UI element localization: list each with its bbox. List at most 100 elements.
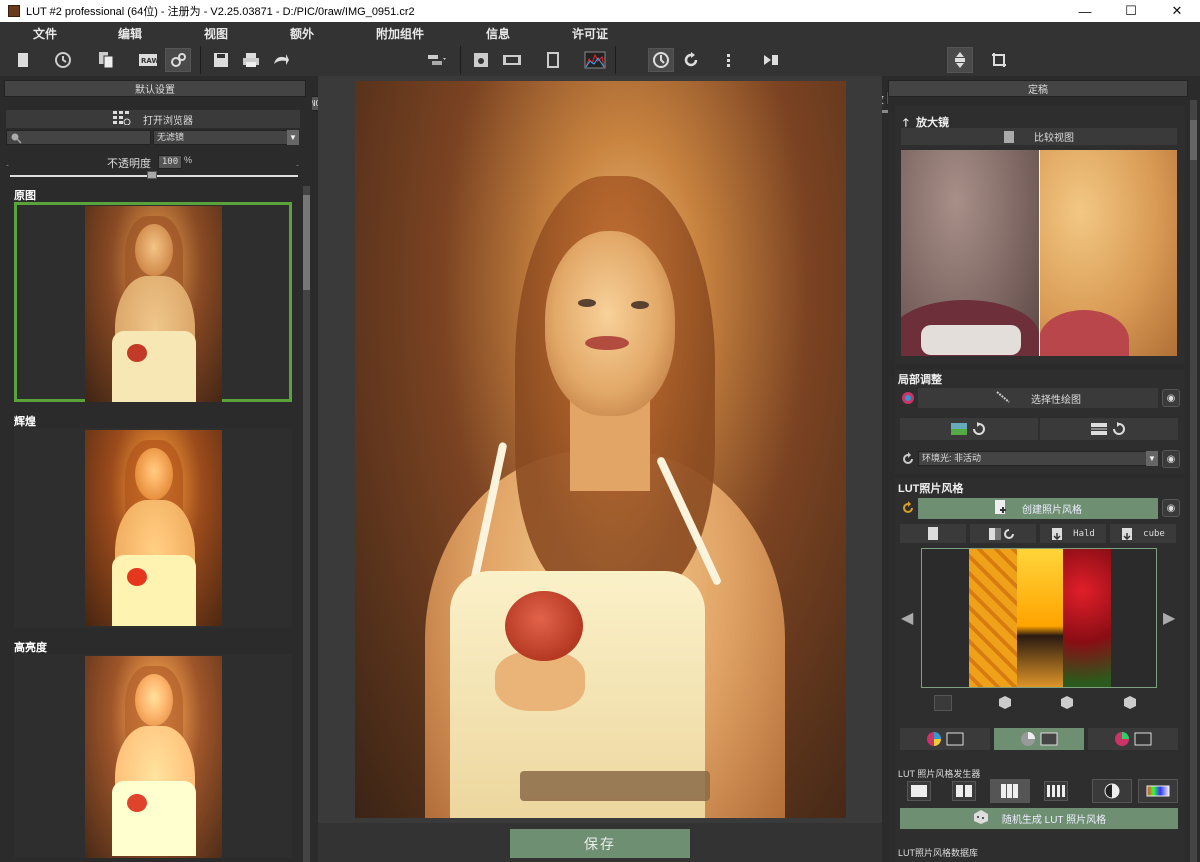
opacity-input[interactable]: 100	[158, 155, 182, 169]
right-scrollbar-thumb[interactable]	[1190, 120, 1197, 160]
cube-icon[interactable]	[1060, 695, 1078, 711]
selective-paint-button[interactable]: 选择性绘图	[918, 388, 1158, 408]
cube-icon[interactable]	[1123, 695, 1141, 711]
before-after-icon[interactable]	[758, 48, 784, 72]
history-icon[interactable]	[50, 48, 76, 72]
color-wheel-screen-button-2[interactable]	[1088, 728, 1178, 750]
preset-thumbnail-high-brightness[interactable]	[14, 654, 292, 858]
menu-edit[interactable]: 编辑	[118, 25, 142, 42]
redo-icon[interactable]	[678, 48, 704, 72]
open-browser-button[interactable]: 打开浏览器	[6, 110, 300, 128]
arrow-right-icon[interactable]: ▶	[1163, 608, 1177, 627]
eye-icon[interactable]: ◉	[1162, 450, 1180, 468]
selective-paint-label: 选择性绘图	[1031, 394, 1081, 406]
finalize-header[interactable]: 定稿	[888, 80, 1188, 97]
compare-divider[interactable]	[1039, 150, 1040, 356]
preset-thumbnail-brilliant[interactable]	[14, 428, 292, 628]
clock-compare-icon[interactable]	[648, 48, 674, 72]
preset-scrollbar-thumb[interactable]	[303, 195, 310, 290]
settings-gears-icon[interactable]	[165, 48, 191, 72]
refresh-icon[interactable]	[900, 451, 916, 467]
gradient-landscape-button[interactable]	[900, 418, 1038, 440]
lut-style-title: LUT照片风格	[898, 483, 964, 495]
chevron-down-icon[interactable]: ▼	[287, 130, 299, 145]
random-generate-label: 随机生成 LUT 照片风格	[1001, 815, 1107, 826]
crop-rotate-icon[interactable]	[986, 48, 1012, 72]
copy-document-icon[interactable]	[93, 48, 119, 72]
open-browser-label: 打开浏览器	[143, 115, 193, 127]
chevron-down-icon[interactable]: ▼	[1146, 451, 1158, 466]
random-generate-button[interactable]: 随机生成 LUT 照片风格	[900, 808, 1178, 829]
cube-export-button[interactable]: cube	[1110, 524, 1176, 543]
main-photo-preview[interactable]	[355, 81, 846, 818]
split-view-icon[interactable]	[718, 48, 744, 72]
blank-document-icon	[928, 527, 938, 540]
landscape-reset-icon	[951, 422, 985, 435]
color-wheel-screen-icon	[927, 732, 964, 746]
batch-save-icon[interactable]	[468, 48, 494, 72]
color-wheel-icon[interactable]	[900, 390, 916, 406]
create-style-label: 创建照片风格	[1022, 505, 1082, 516]
menu-addons[interactable]: 附加组件	[376, 25, 424, 42]
default-settings-header[interactable]: 默认设置	[4, 80, 306, 97]
contrast-split-icon[interactable]	[1092, 779, 1132, 803]
search-input[interactable]	[6, 130, 151, 145]
raw-icon[interactable]: RAW	[135, 48, 161, 72]
magnifier-preview[interactable]	[901, 150, 1177, 356]
lut-preview[interactable]	[921, 548, 1157, 688]
hald-export-button[interactable]: Hald	[1040, 524, 1106, 543]
color-wheel-screen-active-button[interactable]	[994, 728, 1084, 750]
new-style-button[interactable]	[900, 524, 966, 543]
save-button[interactable]: 保存	[510, 829, 690, 858]
create-style-button[interactable]: 创建照片风格	[918, 498, 1158, 519]
sync-icon[interactable]	[900, 500, 916, 516]
layout-quad-icon[interactable]	[1044, 781, 1068, 801]
hald-label: Hald	[1073, 528, 1095, 539]
menu-license[interactable]: 许可证	[572, 25, 608, 42]
histogram-icon[interactable]	[582, 48, 608, 72]
close-button[interactable]: ✕	[1154, 0, 1200, 22]
fit-window-icon[interactable]	[947, 47, 973, 73]
menu-view[interactable]: 视图	[204, 25, 228, 42]
adjust-sliders-icon[interactable]	[424, 48, 450, 72]
compare-view-button[interactable]: 比较视图	[901, 128, 1177, 145]
menu-info[interactable]: 信息	[486, 25, 510, 42]
ambient-light-select[interactable]: 环境光: 非活动	[918, 451, 1156, 466]
brush-icon	[995, 390, 1011, 407]
minimize-button[interactable]: —	[1062, 0, 1108, 22]
share-icon[interactable]	[268, 48, 294, 72]
right-scrollbar[interactable]	[1190, 100, 1197, 862]
layout-triple-icon[interactable]	[990, 779, 1030, 803]
cube-icon[interactable]	[934, 695, 952, 711]
gradient-reset-button[interactable]	[1040, 418, 1178, 440]
preset-title-high-brightness: 高亮度	[14, 642, 47, 654]
eye-icon[interactable]: ◉	[1162, 389, 1180, 407]
app-icon	[8, 5, 20, 17]
generator-title: LUT 照片风格发生器	[898, 769, 981, 779]
menu-extra[interactable]: 额外	[290, 25, 314, 42]
preset-thumbnail-original[interactable]	[14, 202, 292, 402]
arrow-left-icon[interactable]: ◀	[901, 608, 915, 627]
gradient-spectrum-icon[interactable]	[1138, 779, 1178, 803]
reset-style-button[interactable]	[970, 524, 1036, 543]
color-wheel-screen-button[interactable]	[900, 728, 990, 750]
preset-title-original: 原图	[14, 190, 36, 202]
print-icon[interactable]	[238, 48, 264, 72]
opacity-label: 不透明度	[107, 158, 151, 170]
layout-double-icon[interactable]	[952, 781, 976, 801]
eye-icon[interactable]: ◉	[1162, 499, 1180, 517]
filter-select[interactable]: 无滤镜	[153, 130, 299, 145]
layout-single-icon[interactable]	[907, 781, 931, 801]
save-document-icon	[1052, 527, 1063, 540]
save-disk-icon[interactable]	[208, 48, 234, 72]
opacity-slider-thumb[interactable]	[147, 171, 157, 179]
compare-view-label: 比较视图	[1034, 133, 1074, 144]
info-panel-icon[interactable]	[540, 48, 566, 72]
export-layout-icon[interactable]	[499, 48, 525, 72]
opacity-unit: %	[184, 155, 193, 165]
cube-icon[interactable]	[998, 695, 1016, 711]
menu-file[interactable]: 文件	[33, 25, 57, 42]
window-title: LUT #2 professional (64位) - 注册为 - V2.25.…	[26, 6, 415, 18]
new-document-icon[interactable]	[10, 48, 36, 72]
maximize-button[interactable]: ☐	[1108, 0, 1154, 22]
